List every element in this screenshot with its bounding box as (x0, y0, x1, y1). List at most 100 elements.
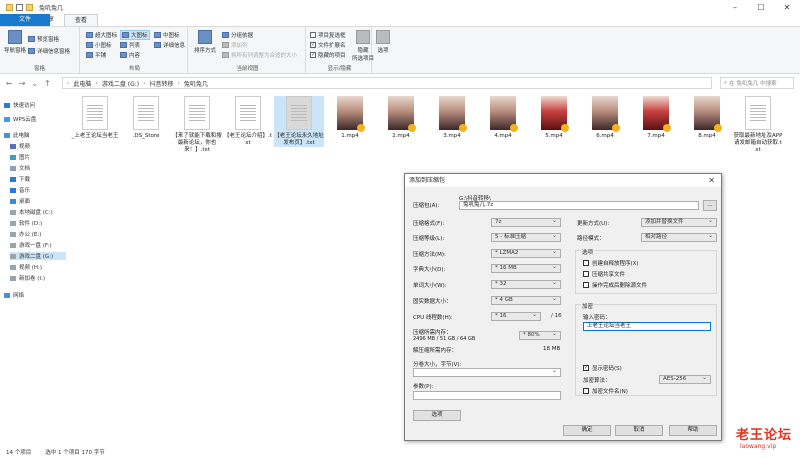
add-columns-button[interactable]: 添加列 (222, 41, 248, 49)
delete-after-checkbox[interactable]: 操作完成后删除源文件 (583, 281, 647, 289)
layout-details[interactable]: 详细信息 (154, 41, 185, 49)
sidebar-item[interactable]: 下载 (10, 175, 30, 183)
file-item[interactable]: 3.mp4 (427, 96, 477, 140)
split-select[interactable] (413, 367, 561, 377)
file-item[interactable]: _上老王论坛当老王 (70, 96, 120, 140)
close-icon[interactable]: ✕ (708, 174, 715, 187)
file-item[interactable]: 5.mp4 (529, 96, 579, 140)
maximize-icon[interactable]: ☐ (748, 0, 774, 14)
back-icon[interactable]: ← (6, 79, 13, 88)
item-checkboxes-toggle[interactable]: 项目复选框 (310, 31, 346, 39)
sidebar-item[interactable]: 视频 (H:) (10, 263, 42, 271)
enc-method-select[interactable]: AES-256 (659, 374, 711, 384)
file-extensions-toggle[interactable]: ✓ 文件扩展名 (310, 41, 346, 49)
threads-select[interactable]: * 16 (491, 311, 541, 321)
file-item[interactable]: 1.mp4 (325, 96, 375, 140)
sidebar-item[interactable]: 游戏一盘 (F:) (10, 241, 52, 249)
sidebar-item[interactable]: 此电脑 (4, 131, 30, 139)
layout-medium-icons[interactable]: 中图标 (154, 31, 180, 39)
solid-select[interactable]: * 4 GB (491, 295, 561, 305)
details-pane-button[interactable]: 详细信息窗格 (28, 47, 70, 55)
up-icon[interactable]: ↑ (44, 79, 51, 88)
close-icon[interactable]: ✕ (774, 0, 800, 14)
crumb-folder[interactable]: 抖音转移 (150, 79, 174, 88)
file-item[interactable]: 6.mp4 (580, 96, 630, 140)
layout-small-icons[interactable]: 小图标 (86, 41, 112, 49)
file-name: 8.mp4 (698, 133, 716, 139)
layout-large-icons[interactable]: 大图标 (120, 30, 150, 40)
cancel-button[interactable]: 取消 (615, 425, 663, 436)
sidebar-item[interactable]: 视频 (10, 142, 30, 150)
sidebar-item[interactable]: 软件 (D:) (10, 219, 42, 227)
memory-select[interactable]: * 80% (519, 330, 561, 340)
address-bar: ← → ⌄ ↑ › 此电脑 › 游戏二盘 (G:) › 抖音转移 › 兔叽兔几 … (0, 75, 800, 91)
encrypt-names-checkbox[interactable]: 加密文件名(N) (583, 387, 628, 395)
format-select[interactable]: 7z (491, 217, 561, 227)
search-input[interactable]: ⌕ 在 兔叽兔几 中搜索 (720, 77, 794, 89)
file-name: 4.mp4 (494, 133, 512, 139)
show-password-checkbox[interactable]: ✓ 显示密码(S) (583, 364, 622, 372)
method-select[interactable]: * LZMA2 (491, 248, 561, 258)
chevron-down-icon[interactable]: ⌄ (31, 79, 38, 88)
path-select[interactable]: 相对路径 (641, 232, 717, 242)
sidebar-item[interactable]: 网络 (4, 291, 24, 299)
file-item[interactable]: 2.mp4 (376, 96, 426, 140)
layout-content[interactable]: 内容 (120, 51, 140, 59)
breadcrumb[interactable]: › 此电脑 › 游戏二盘 (G:) › 抖音转移 › 兔叽兔几 (62, 77, 712, 89)
layout-list[interactable]: 列表 (120, 41, 140, 49)
layout-extra-large-icons[interactable]: 超大图标 (86, 31, 117, 39)
params-input[interactable] (413, 391, 561, 400)
help-button[interactable]: 帮助 (669, 425, 717, 436)
file-item[interactable]: 7.mp4 (631, 96, 681, 140)
minimize-icon[interactable]: – (722, 0, 748, 14)
archive-name-input[interactable]: 兔叽兔几.7z (459, 201, 699, 210)
file-item[interactable]: 获取最新地址及APP请发邮箱自动获取.txt (733, 96, 783, 154)
file-item[interactable]: 4.mp4 (478, 96, 528, 140)
crumb-current[interactable]: 兔叽兔几 (184, 79, 208, 88)
group-by-button[interactable]: 分组依据 (222, 31, 253, 39)
sidebar-item[interactable]: 音乐 (10, 186, 30, 194)
checkbox-icon[interactable] (16, 3, 23, 11)
options-button[interactable]: 选项 (376, 30, 390, 54)
preview-pane-button[interactable]: 预览窗格 (28, 35, 59, 43)
sidebar-item[interactable]: 游戏二盘 (G:) (10, 252, 66, 260)
crumb-this-pc[interactable]: 此电脑 (73, 79, 91, 88)
browse-button[interactable]: ... (703, 200, 717, 211)
preview-pane-icon (28, 36, 35, 42)
tab-file[interactable]: 文件 (0, 14, 50, 26)
file-item[interactable]: .DS_Store (121, 96, 171, 140)
sfx-checkbox[interactable]: 创建自释放程序(X) (583, 259, 639, 267)
hidden-items-toggle[interactable]: ✓ 隐藏的项目 (310, 51, 346, 59)
tab-view[interactable]: 查看 (64, 14, 99, 26)
update-select[interactable]: 添加并替换文件 (641, 217, 717, 227)
sidebar-item[interactable]: 文档 (10, 164, 30, 172)
level-select[interactable]: 5 - 标准压缩 (491, 232, 561, 242)
sidebar-item[interactable]: 办公 (E:) (10, 230, 41, 238)
file-item[interactable]: 【老王论坛永久地址发布页】.txt (274, 96, 324, 147)
forward-icon[interactable]: → (19, 79, 26, 88)
size-columns-button[interactable]: 将所有列调整为合适的大小 (222, 51, 297, 59)
sidebar-item[interactable]: 图片 (10, 153, 30, 161)
sidebar-item[interactable]: 本地磁盘 (C:) (10, 208, 53, 216)
options-button[interactable]: 选项 (413, 410, 461, 421)
nav-pane-button[interactable]: 导航窗格 (4, 30, 26, 54)
hide-selected-button[interactable]: 隐藏 所选项目 (352, 30, 374, 62)
file-item[interactable]: 8.mp4 (682, 96, 732, 140)
dict-select[interactable]: * 16 MB (491, 263, 561, 273)
player-badge-icon (561, 124, 569, 132)
file-item[interactable]: 【老王论坛介绍】.txt (223, 96, 273, 147)
folder-icon[interactable] (26, 3, 33, 11)
ok-button[interactable]: 确定 (563, 425, 611, 436)
shared-files-checkbox[interactable]: 压缩共享文件 (583, 270, 625, 278)
word-select[interactable]: * 32 (491, 279, 561, 289)
sort-by-button[interactable]: 排序方式 (194, 30, 216, 54)
password-input[interactable]: 上老王论坛当老王 (583, 322, 711, 331)
crumb-drive[interactable]: 游戏二盘 (G:) (102, 79, 139, 88)
sidebar-item[interactable]: 新加卷 (I:) (10, 274, 45, 282)
title-bar: 兔叽兔几 – ☐ ✕ (0, 0, 800, 14)
sidebar-item[interactable]: 桌面 (10, 197, 30, 205)
sidebar-item[interactable]: WPS云盘 (4, 115, 36, 123)
file-item[interactable]: 【来了就能下载和搜最新论坛，你也来！】.txt (172, 96, 222, 154)
layout-tiles[interactable]: 平铺 (86, 51, 106, 59)
sidebar-item[interactable]: 快速访问 (4, 101, 35, 109)
